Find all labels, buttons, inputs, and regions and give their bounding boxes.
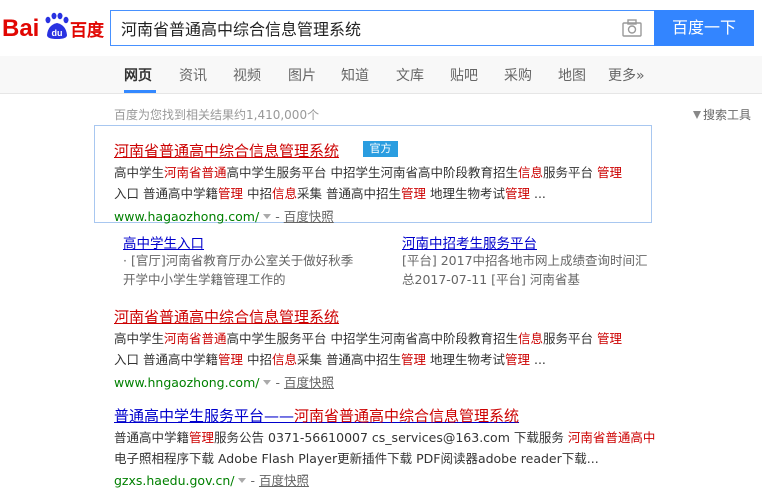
result-title-1[interactable]: 河南省普通高中综合信息管理系统 [114, 140, 339, 161]
header: Bai du 百度 百度一下 [0, 0, 762, 56]
camera-icon[interactable] [622, 19, 642, 37]
result-abstract-1-line2: 入口 普通高中学籍管理 中招信息采集 普通高中招生管理 地理生物考试管理 ... [114, 186, 546, 201]
logo-cn: 百度 [70, 20, 105, 41]
result-abstract-1-line1: 高中学生河南省普通高中学生服务平台 中招学生河南省高中阶段教育招生信息服务平台 … [114, 165, 623, 180]
result-url-line-3: gzxs.haedu.gov.cn/- 百度快照 [114, 473, 309, 488]
result-stats: 百度为您找到相关结果约1,410,000个 [114, 108, 320, 122]
sublink-desc-1: · [官厅]河南省教育厅办公室关于做好秋季 [123, 253, 354, 268]
active-tab-indicator [124, 90, 156, 93]
result-abstract-2-line1: 高中学生河南省普通高中学生服务平台 中招学生河南省高中阶段教育招生信息服务平台 … [114, 331, 623, 346]
tab-caigou[interactable]: 采购 [504, 65, 532, 85]
result-title-2[interactable]: 河南省普通高中综合信息管理系统 [114, 306, 339, 327]
search-input[interactable] [111, 11, 611, 45]
sublink-title-zhongzhao[interactable]: 河南中招考生服务平台 [402, 232, 537, 252]
sublink-desc-1-line2: 开学中小学生学籍管理工作的 [123, 272, 286, 287]
logo-bai: Bai [2, 15, 39, 42]
tab-images[interactable]: 图片 [288, 65, 316, 85]
result-url-line-1: www.hagaozhong.com/- 百度快照 [114, 209, 334, 224]
result-url-line-2: www.hngaozhong.com/- 百度快照 [114, 375, 334, 390]
tab-wenku[interactable]: 文库 [396, 65, 424, 85]
result-url[interactable]: www.hagaozhong.com/ [114, 209, 259, 224]
result-url[interactable]: gzxs.haedu.gov.cn/ [114, 473, 234, 488]
result-title-3[interactable]: 普通高中学生服务平台——河南省普通高中综合信息管理系统 [114, 405, 519, 426]
tab-web[interactable]: 网页 [124, 65, 152, 85]
dropdown-arrow-icon[interactable] [263, 380, 272, 385]
tab-more[interactable]: 更多» [608, 65, 645, 85]
cache-link[interactable]: 百度快照 [284, 375, 334, 390]
dropdown-arrow-icon[interactable] [263, 214, 272, 219]
cache-link[interactable]: 百度快照 [284, 209, 334, 224]
search-box [110, 10, 654, 46]
sublink-desc-2: [平台] 2017中招各地市网上成绩查询时间汇 [402, 253, 648, 268]
nav-bar: 网页 资讯 视频 图片 知道 文库 贴吧 采购 地图 更多» [0, 56, 762, 94]
baidu-logo[interactable]: Bai du 百度 [2, 6, 106, 46]
official-badge: 官方 [363, 141, 398, 157]
search-button[interactable]: 百度一下 [654, 10, 754, 46]
result-abstract-3-line1: 普通高中学籍管理服务公告 0371-56610007 cs_services@1… [114, 430, 656, 445]
filter-icon [692, 111, 701, 119]
cache-link[interactable]: 百度快照 [259, 473, 309, 488]
dropdown-arrow-icon[interactable] [238, 478, 247, 483]
tab-video[interactable]: 视频 [233, 65, 261, 85]
sublink-title-student-entry[interactable]: 高中学生入口 [123, 232, 204, 252]
search-tools[interactable]: 搜索工具 [692, 106, 751, 123]
search-tools-label: 搜索工具 [702, 108, 751, 122]
sublink-desc-2-line2: 总2017-07-11 [平台] 河南省基 [402, 272, 580, 287]
tab-news[interactable]: 资讯 [179, 65, 207, 85]
result-abstract-2-line2: 入口 普通高中学籍管理 中招信息采集 普通高中招生管理 地理生物考试管理 ... [114, 352, 546, 367]
result-url[interactable]: www.hngaozhong.com/ [114, 375, 259, 390]
tab-zhidao[interactable]: 知道 [341, 65, 369, 85]
logo-du: du [52, 28, 63, 38]
result-abstract-3-line2: 电子照相程序下载 Adobe Flash Player更新插件下载 PDF阅读器… [114, 451, 599, 466]
tab-tieba[interactable]: 贴吧 [450, 65, 478, 85]
tab-map[interactable]: 地图 [558, 65, 586, 85]
